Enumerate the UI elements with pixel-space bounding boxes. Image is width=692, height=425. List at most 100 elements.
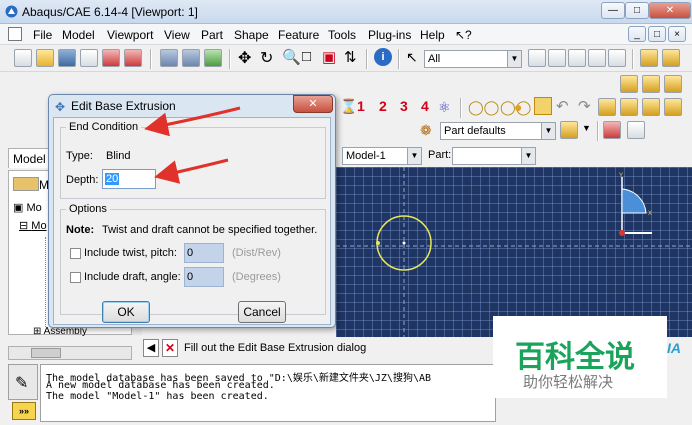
display-groups-icon[interactable] [627, 121, 645, 139]
mdi-restore-button[interactable]: □ [648, 26, 666, 42]
cancel-procedure-icon[interactable]: ✕ [162, 339, 178, 357]
print-icon[interactable] [80, 49, 98, 67]
tree-horizontal-scrollbar[interactable] [8, 346, 132, 360]
undo-view-icon[interactable]: ↶ [556, 97, 569, 115]
cycle-views-icon[interactable]: ⇅ [344, 48, 357, 66]
type-value: Blind [106, 150, 131, 162]
tree-item-model-1[interactable]: ⊟ Mo [19, 219, 47, 232]
draft-angle-input[interactable]: 0 [184, 267, 224, 287]
save-icon[interactable] [58, 49, 76, 67]
menu-model[interactable]: Model [62, 28, 95, 42]
mdi-minimize-button[interactable]: _ [628, 26, 646, 42]
doc-icon[interactable] [8, 27, 22, 41]
box-zoom-icon[interactable]: □ [302, 48, 311, 65]
view-right-icon[interactable] [642, 98, 660, 116]
view-left-icon[interactable] [620, 98, 638, 116]
model-select[interactable]: Model-1 ▼ [342, 147, 422, 165]
mdi-close-button[interactable]: × [668, 26, 686, 42]
perspective-icon[interactable] [534, 97, 552, 115]
triad-icon[interactable]: ⚛ [438, 99, 451, 116]
selection-filter-select[interactable]: All ▼ [424, 50, 522, 68]
abaqus-logo-fragment: IA [667, 340, 681, 356]
separator [366, 49, 368, 69]
message-line-2: A new model database has been created. [46, 380, 275, 391]
view-1-button[interactable]: 1 [357, 98, 365, 114]
menu-shape[interactable]: Shape [234, 28, 269, 42]
menu-help[interactable]: Help [420, 28, 445, 42]
note-text: Twist and draft cannot be specified toge… [102, 224, 318, 236]
color-code-icon[interactable] [603, 121, 621, 139]
tile-horizontal-icon[interactable] [640, 49, 658, 67]
zoom-icon[interactable]: 🔍 [282, 48, 301, 66]
rotate-icon[interactable]: ↻ [260, 48, 273, 68]
model-manager-icon[interactable] [13, 177, 39, 191]
select-cursor-icon[interactable]: ↖ [406, 49, 418, 66]
menu-part[interactable]: Part [201, 28, 223, 42]
query-info-icon[interactable]: i [374, 48, 392, 66]
tab-model[interactable]: Model [8, 148, 50, 168]
depth-value: 20 [105, 173, 120, 185]
part-defaults-select[interactable]: Part defaults ▼ [440, 122, 556, 140]
view-4-button[interactable]: 4 [421, 98, 429, 114]
chevron-down-icon[interactable]: ▼ [582, 123, 591, 133]
twist-pitch-input[interactable]: 0 [184, 243, 224, 263]
python-shell-tab[interactable]: »» [12, 402, 36, 420]
menu-file[interactable]: File [33, 28, 52, 42]
menu-plugins[interactable]: Plug-ins [368, 28, 411, 42]
menu-viewport[interactable]: Viewport [107, 28, 153, 42]
view-iso-icon[interactable] [620, 75, 638, 93]
render-hidden-icon[interactable] [182, 49, 200, 67]
menu-bar: File Model Viewport View Part Shape Feat… [0, 24, 692, 45]
minimize-button[interactable]: — [601, 2, 625, 19]
import-icon[interactable] [102, 49, 120, 67]
select-options-icon[interactable] [528, 49, 546, 67]
tile-vertical-icon[interactable] [662, 49, 680, 67]
part-select[interactable]: ▼ [452, 147, 536, 165]
menu-tools[interactable]: Tools [328, 28, 356, 42]
menu-feature[interactable]: Feature [278, 28, 319, 42]
maximize-button[interactable]: □ [625, 2, 649, 19]
baike-watermark: 百科全说 助你轻松解决 [493, 316, 667, 398]
menu-view[interactable]: View [164, 28, 190, 42]
view-back-icon[interactable] [664, 75, 682, 93]
open-folder-icon[interactable] [36, 49, 54, 67]
palette-icon[interactable]: ❁ [420, 122, 432, 139]
note-label: Note: [66, 224, 95, 236]
auto-fit-icon[interactable]: ▣ [322, 48, 336, 66]
ok-button[interactable]: OK [102, 301, 150, 323]
selection-tool-2-icon[interactable] [568, 49, 586, 67]
dialog-close-button[interactable]: ✕ [293, 95, 333, 113]
export-icon[interactable] [124, 49, 142, 67]
render-wireframe-icon[interactable] [160, 49, 178, 67]
redo-view-icon[interactable]: ↷ [578, 97, 591, 115]
view-axis-icon[interactable]: ⌛ [340, 98, 357, 115]
part-defaults-value: Part defaults [444, 125, 506, 137]
selection-tool-3-icon[interactable] [588, 49, 606, 67]
viewport-canvas[interactable]: Y X [336, 167, 692, 337]
cancel-button[interactable]: Cancel [238, 301, 286, 323]
depth-input[interactable]: 20 [102, 169, 156, 189]
display-body-icon[interactable] [560, 121, 578, 139]
view-front-icon[interactable] [642, 75, 660, 93]
back-arrow-icon[interactable]: ◀ [143, 339, 159, 357]
view-2-button[interactable]: 2 [379, 98, 387, 114]
message-area-tab[interactable]: ✎ [8, 364, 38, 400]
selection-tool-1-icon[interactable] [548, 49, 566, 67]
render-shaded-icon[interactable] [204, 49, 222, 67]
message-area: The model database has been saved to "D:… [40, 364, 496, 422]
selection-tool-4-icon[interactable] [608, 49, 626, 67]
include-twist-checkbox[interactable] [70, 248, 81, 259]
new-file-icon[interactable] [14, 49, 32, 67]
menu-whatsthis[interactable]: ↖? [455, 28, 472, 42]
render-style-1-icon[interactable]: ◯◯ [468, 99, 499, 116]
type-label: Type: [66, 150, 93, 162]
close-button[interactable]: ✕ [649, 2, 691, 19]
view-manager-icon[interactable] [598, 98, 616, 116]
include-draft-checkbox[interactable] [70, 272, 81, 283]
pan-icon[interactable]: ✥ [238, 48, 251, 68]
render-style-3-icon[interactable]: ● [514, 99, 522, 115]
view-top-icon[interactable] [664, 98, 682, 116]
view-3-button[interactable]: 3 [400, 98, 408, 114]
tree-item-models-root[interactable]: ▣ Mo [13, 201, 42, 214]
scrollbar-thumb[interactable] [31, 348, 61, 358]
